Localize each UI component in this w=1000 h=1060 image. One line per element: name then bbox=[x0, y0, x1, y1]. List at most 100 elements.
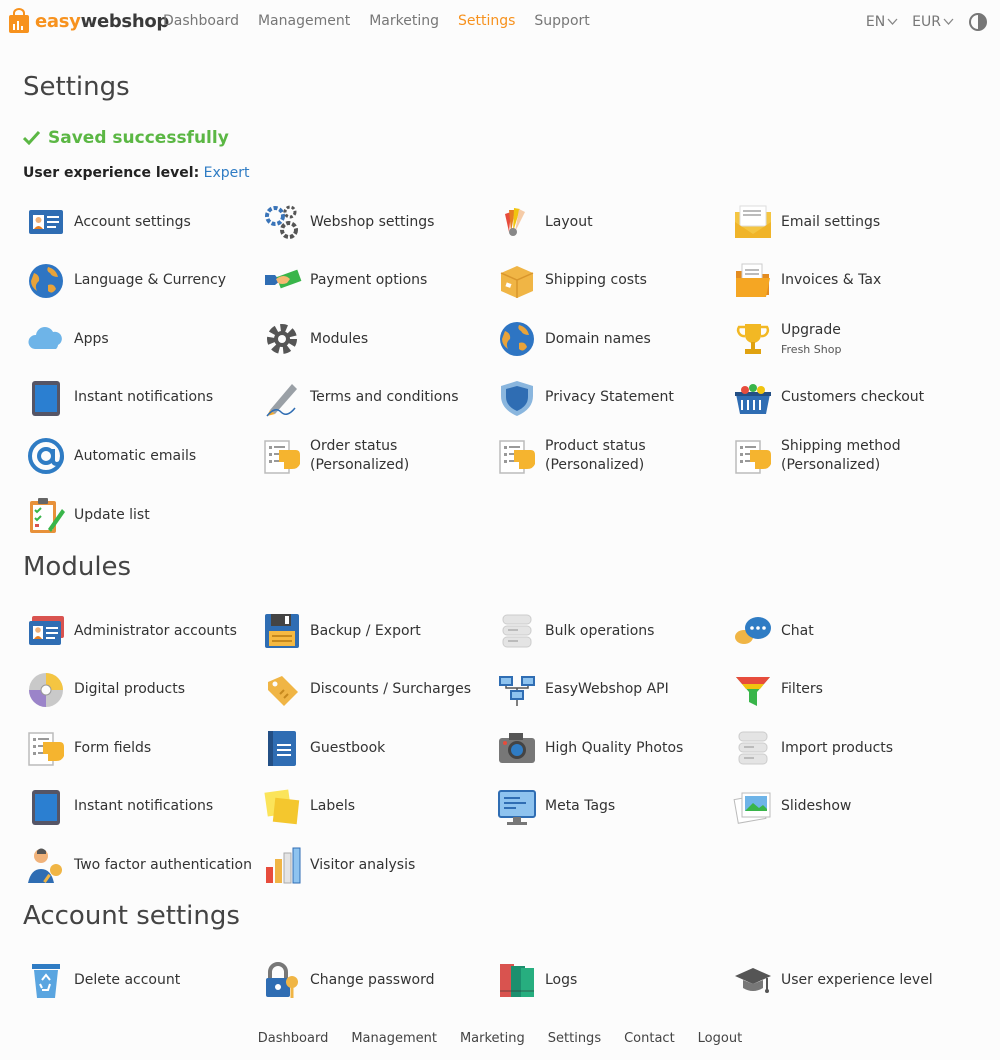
checklist-hand-icon bbox=[26, 728, 66, 768]
settings-item-label: Customers checkout bbox=[781, 389, 925, 406]
settings-item[interactable]: Language & Currency bbox=[26, 261, 258, 301]
footer-dashboard[interactable]: Dashboard bbox=[258, 1031, 329, 1046]
account-item-label: Delete account bbox=[74, 971, 181, 988]
account-item[interactable]: Logs bbox=[497, 960, 729, 1000]
module-item[interactable]: Backup / Export bbox=[262, 611, 494, 651]
logo-text: easywebshop bbox=[35, 10, 170, 32]
shield-icon bbox=[497, 378, 537, 418]
module-item[interactable]: Slideshow bbox=[733, 787, 963, 827]
user-experience-level: User experience level: Expert bbox=[23, 165, 250, 181]
gears-icon bbox=[262, 202, 302, 242]
settings-item[interactable]: Modules bbox=[262, 319, 494, 359]
module-item-label: Labels bbox=[310, 798, 356, 815]
module-item[interactable]: Two factor authentication bbox=[26, 845, 258, 885]
settings-item[interactable]: Terms and conditions bbox=[262, 378, 494, 418]
nav-support[interactable]: Support bbox=[534, 13, 589, 29]
language-dropdown[interactable]: EN bbox=[866, 14, 898, 30]
settings-item[interactable]: Account settings bbox=[26, 202, 258, 242]
settings-item[interactable]: Domain names bbox=[497, 319, 729, 359]
settings-item-label: Privacy Statement bbox=[545, 389, 674, 406]
cloud-icon bbox=[26, 319, 66, 359]
module-item[interactable]: Digital products bbox=[26, 670, 258, 710]
footer-contact[interactable]: Contact bbox=[624, 1031, 675, 1046]
folder-icon bbox=[733, 261, 773, 301]
nav-dashboard[interactable]: Dashboard bbox=[163, 13, 239, 29]
account-item[interactable]: User experience level bbox=[733, 960, 963, 1000]
settings-item-label: Webshop settings bbox=[310, 213, 435, 230]
module-item[interactable]: Discounts / Surcharges bbox=[262, 670, 494, 710]
logo[interactable]: easywebshop bbox=[8, 7, 169, 35]
tablet-icon bbox=[26, 378, 66, 418]
nav-settings[interactable]: Settings bbox=[458, 13, 515, 29]
settings-item[interactable]: Shipping method (Personalized) bbox=[733, 436, 963, 476]
module-item-label: Bulk operations bbox=[545, 622, 655, 639]
books-icon bbox=[497, 960, 537, 1000]
checklist-hand-icon bbox=[497, 436, 537, 476]
settings-item[interactable]: Shipping costs bbox=[497, 261, 729, 301]
nav-management[interactable]: Management bbox=[258, 13, 350, 29]
settings-item[interactable]: Order status (Personalized) bbox=[262, 436, 494, 476]
settings-item-label: Domain names bbox=[545, 330, 651, 347]
module-item[interactable]: Administrator accounts bbox=[26, 611, 258, 651]
module-item[interactable]: Guestbook bbox=[262, 728, 494, 768]
account-item[interactable]: Delete account bbox=[26, 960, 258, 1000]
settings-item-label: Apps bbox=[74, 330, 109, 347]
settings-item[interactable]: Instant notifications bbox=[26, 378, 258, 418]
contrast-toggle-icon[interactable] bbox=[968, 12, 988, 32]
footer-logout[interactable]: Logout bbox=[698, 1031, 743, 1046]
settings-item[interactable]: Invoices & Tax bbox=[733, 261, 963, 301]
settings-title: Settings bbox=[23, 72, 130, 102]
module-item[interactable]: EasyWebshop API bbox=[497, 670, 729, 710]
settings-item-label: Order status (Personalized) bbox=[310, 438, 410, 474]
tag-icon bbox=[262, 670, 302, 710]
module-item[interactable]: Visitor analysis bbox=[262, 845, 494, 885]
nav-marketing[interactable]: Marketing bbox=[369, 13, 439, 29]
module-item-label: Guestbook bbox=[310, 739, 386, 756]
settings-item-label: Terms and conditions bbox=[310, 389, 459, 406]
funnel-icon bbox=[733, 670, 773, 710]
settings-item-label: Language & Currency bbox=[74, 272, 226, 289]
settings-item[interactable]: Layout bbox=[497, 202, 729, 242]
settings-item-label: Upgrade Fresh Shop bbox=[781, 322, 842, 357]
account-item-label: Logs bbox=[545, 971, 578, 988]
account-item[interactable]: Change password bbox=[262, 960, 494, 1000]
footer-marketing[interactable]: Marketing bbox=[460, 1031, 525, 1046]
graduation-cap-icon bbox=[733, 960, 773, 1000]
language-value: EN bbox=[865, 14, 886, 30]
module-item[interactable]: Chat bbox=[733, 611, 963, 651]
top-bar: easywebshop Dashboard Management Marketi… bbox=[0, 0, 1000, 44]
settings-item[interactable]: Upgrade Fresh Shop bbox=[733, 319, 963, 359]
module-item[interactable]: Bulk operations bbox=[497, 611, 729, 651]
currency-dropdown[interactable]: EUR bbox=[912, 14, 954, 30]
settings-item[interactable]: Apps bbox=[26, 319, 258, 359]
footer-settings[interactable]: Settings bbox=[548, 1031, 601, 1046]
settings-item[interactable]: Email settings bbox=[733, 202, 963, 242]
module-item[interactable]: High Quality Photos bbox=[497, 728, 729, 768]
settings-item[interactable]: Payment options bbox=[262, 261, 494, 301]
module-item[interactable]: Instant notifications bbox=[26, 787, 258, 827]
settings-item[interactable]: Automatic emails bbox=[26, 436, 258, 476]
settings-item[interactable]: Customers checkout bbox=[733, 378, 963, 418]
settings-item-label: Payment options bbox=[310, 272, 428, 289]
clipboard-icon bbox=[26, 495, 66, 535]
module-item[interactable]: Labels bbox=[262, 787, 494, 827]
gear-icon bbox=[262, 319, 302, 359]
module-item[interactable]: Form fields bbox=[26, 728, 258, 768]
module-item[interactable]: Import products bbox=[733, 728, 963, 768]
settings-item-sublabel: Fresh Shop bbox=[781, 343, 842, 357]
settings-item[interactable]: Webshop settings bbox=[262, 202, 494, 242]
recycle-bin-icon bbox=[26, 960, 66, 1000]
settings-item[interactable]: Product status (Personalized) bbox=[497, 436, 729, 476]
module-item-label: Digital products bbox=[74, 681, 185, 698]
bar-chart-icon bbox=[262, 845, 302, 885]
settings-item-label: Email settings bbox=[781, 213, 881, 230]
at-sign-icon bbox=[26, 436, 66, 476]
module-item[interactable]: Filters bbox=[733, 670, 963, 710]
module-item[interactable]: Meta Tags bbox=[497, 787, 729, 827]
ux-level-link[interactable]: Expert bbox=[204, 165, 250, 181]
module-item-label: Chat bbox=[781, 622, 814, 639]
footer-management[interactable]: Management bbox=[351, 1031, 437, 1046]
id-card-icon bbox=[26, 202, 66, 242]
settings-item[interactable]: Privacy Statement bbox=[497, 378, 729, 418]
settings-item[interactable]: Update list bbox=[26, 495, 258, 535]
